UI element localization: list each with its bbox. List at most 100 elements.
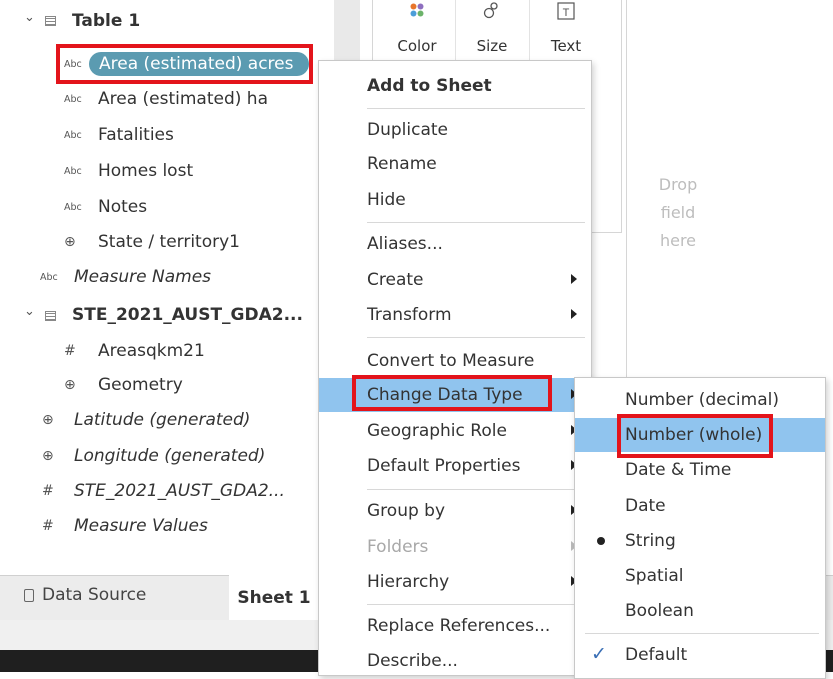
menu-item-transform[interactable]: Transform <box>319 298 591 332</box>
submenu-item-spatial[interactable]: Spatial <box>575 559 825 593</box>
menu-item-replace-references[interactable]: Replace References... <box>319 609 591 643</box>
menu-item-label: Date <box>625 496 666 516</box>
menu-separator <box>367 604 585 605</box>
submenu-arrow-icon <box>571 309 577 319</box>
field-label: STE_2021_AUST_GDA2... <box>74 481 285 501</box>
menu-separator <box>367 108 585 109</box>
hash-icon: # <box>42 518 54 534</box>
annotation-highlight-box <box>352 375 552 411</box>
tab-sheet-1[interactable]: Sheet 1 <box>229 575 319 620</box>
menu-item-label: Rename <box>367 154 437 174</box>
table-name[interactable]: STE_2021_AUST_GDA2... <box>72 298 303 332</box>
submenu-item-date[interactable]: Date <box>575 489 825 523</box>
menu-item-label: String <box>625 531 676 551</box>
menu-item-label: Geographic Role <box>367 421 507 441</box>
menu-item-label: Hierarchy <box>367 572 450 592</box>
size-icon <box>483 2 498 19</box>
menu-item-rename[interactable]: Rename <box>319 147 591 181</box>
menu-item-label: Add to Sheet <box>367 76 492 96</box>
menu-item-label: Default Properties <box>367 456 521 476</box>
marks-text-button[interactable]: T Text <box>529 0 602 62</box>
menu-item-hierarchy[interactable]: Hierarchy <box>319 565 591 599</box>
field-homes-lost[interactable]: Abc Homes lost <box>64 154 193 188</box>
menu-item-aliases[interactable]: Aliases... <box>319 227 591 261</box>
string-type-icon: Abc <box>64 201 82 213</box>
menu-item-default-properties[interactable]: Default Properties <box>319 449 591 483</box>
field-context-menu: Add to Sheet Duplicate Rename Hide Alias… <box>318 60 592 676</box>
field-latitude-generated[interactable]: ⊕ Latitude (generated) <box>42 403 250 437</box>
marks-button-label: Size <box>476 37 508 55</box>
drop-zone-text: Drop <box>658 175 698 194</box>
menu-item-hide[interactable]: Hide <box>319 183 591 217</box>
submenu-item-string[interactable]: String <box>575 524 825 558</box>
tab-label: Data Source <box>42 585 147 605</box>
marks-color-button[interactable]: Color <box>381 0 453 62</box>
field-label: Homes lost <box>98 161 194 181</box>
menu-item-label: Folders <box>367 537 429 557</box>
menu-item-describe[interactable]: Describe... <box>319 644 591 678</box>
menu-separator <box>367 337 585 338</box>
submenu-item-boolean[interactable]: Boolean <box>575 594 825 628</box>
menu-item-duplicate[interactable]: Duplicate <box>319 113 591 147</box>
data-source-icon <box>24 588 34 602</box>
menu-item-geographic-role[interactable]: Geographic Role <box>319 414 591 448</box>
chevron-down-icon[interactable]: ⌄ <box>24 10 35 25</box>
submenu-item-date-time[interactable]: Date & Time <box>575 453 825 487</box>
field-label: Longitude (generated) <box>74 446 266 466</box>
checkmark-icon: ✓ <box>591 643 607 665</box>
field-label: Area (estimated) ha <box>98 89 268 109</box>
field-label: Areasqkm21 <box>98 341 205 361</box>
field-ste-count[interactable]: # STE_2021_AUST_GDA2... <box>42 474 285 508</box>
field-longitude-generated[interactable]: ⊕ Longitude (generated) <box>42 439 265 473</box>
menu-item-convert-to-measure[interactable]: Convert to Measure <box>319 344 591 378</box>
menu-item-label: Transform <box>367 305 452 325</box>
menu-item-label: Number (decimal) <box>625 390 779 410</box>
color-dots-icon <box>410 3 424 17</box>
menu-item-group-by[interactable]: Group by <box>319 494 591 528</box>
menu-item-create[interactable]: Create <box>319 263 591 297</box>
menu-item-label: Group by <box>367 501 446 521</box>
globe-icon: ⊕ <box>64 234 76 250</box>
hash-icon: # <box>64 343 76 359</box>
menu-item-label: Spatial <box>625 566 684 586</box>
menu-item-folders: Folders <box>319 530 591 564</box>
menu-item-label: Duplicate <box>367 120 448 140</box>
text-t-icon: T <box>557 2 575 20</box>
radio-bullet-icon <box>597 537 605 545</box>
field-notes[interactable]: Abc Notes <box>64 190 147 224</box>
submenu-item-number-decimal[interactable]: Number (decimal) <box>575 383 825 417</box>
menu-item-label: Convert to Measure <box>367 351 535 371</box>
globe-icon: ⊕ <box>64 377 76 393</box>
field-label: Measure Names <box>74 267 212 287</box>
menu-item-add-to-sheet[interactable]: Add to Sheet <box>319 69 591 103</box>
globe-icon: ⊕ <box>42 412 54 428</box>
field-areasqkm21[interactable]: # Areasqkm21 <box>64 334 205 368</box>
menu-item-label: Date & Time <box>625 460 732 480</box>
menu-item-label: Boolean <box>625 601 694 621</box>
table-name[interactable]: Table 1 <box>72 4 140 38</box>
menu-separator <box>367 489 585 490</box>
field-geometry[interactable]: ⊕ Geometry <box>64 368 183 402</box>
table-icon <box>45 16 56 26</box>
chevron-down-icon[interactable]: ⌄ <box>24 304 35 319</box>
menu-separator <box>367 222 585 223</box>
field-area-ha[interactable]: Abc Area (estimated) ha <box>64 82 268 116</box>
marks-button-label: Text <box>550 37 582 55</box>
tab-label: Sheet 1 <box>237 587 311 608</box>
drop-zone-text: here <box>659 231 697 250</box>
field-fatalities[interactable]: Abc Fatalities <box>64 118 174 152</box>
submenu-item-default[interactable]: ✓ Default <box>575 638 825 672</box>
marks-size-button[interactable]: Size <box>455 0 528 62</box>
tab-data-source[interactable]: Data Source <box>24 585 146 605</box>
menu-item-label: Describe... <box>367 651 458 671</box>
field-measure-names[interactable]: Abc Measure Names <box>40 260 211 294</box>
string-type-icon: Abc <box>64 129 82 141</box>
annotation-highlight-box <box>56 44 313 84</box>
field-state-territory[interactable]: ⊕ State / territory1 <box>64 225 240 259</box>
drop-field-zone[interactable]: Drop field here <box>648 171 708 255</box>
menu-item-label: Create <box>367 270 424 290</box>
field-measure-values[interactable]: # Measure Values <box>42 509 208 543</box>
globe-icon: ⊕ <box>42 448 54 464</box>
svg-text:T: T <box>563 7 570 19</box>
field-label: Latitude (generated) <box>74 410 251 430</box>
